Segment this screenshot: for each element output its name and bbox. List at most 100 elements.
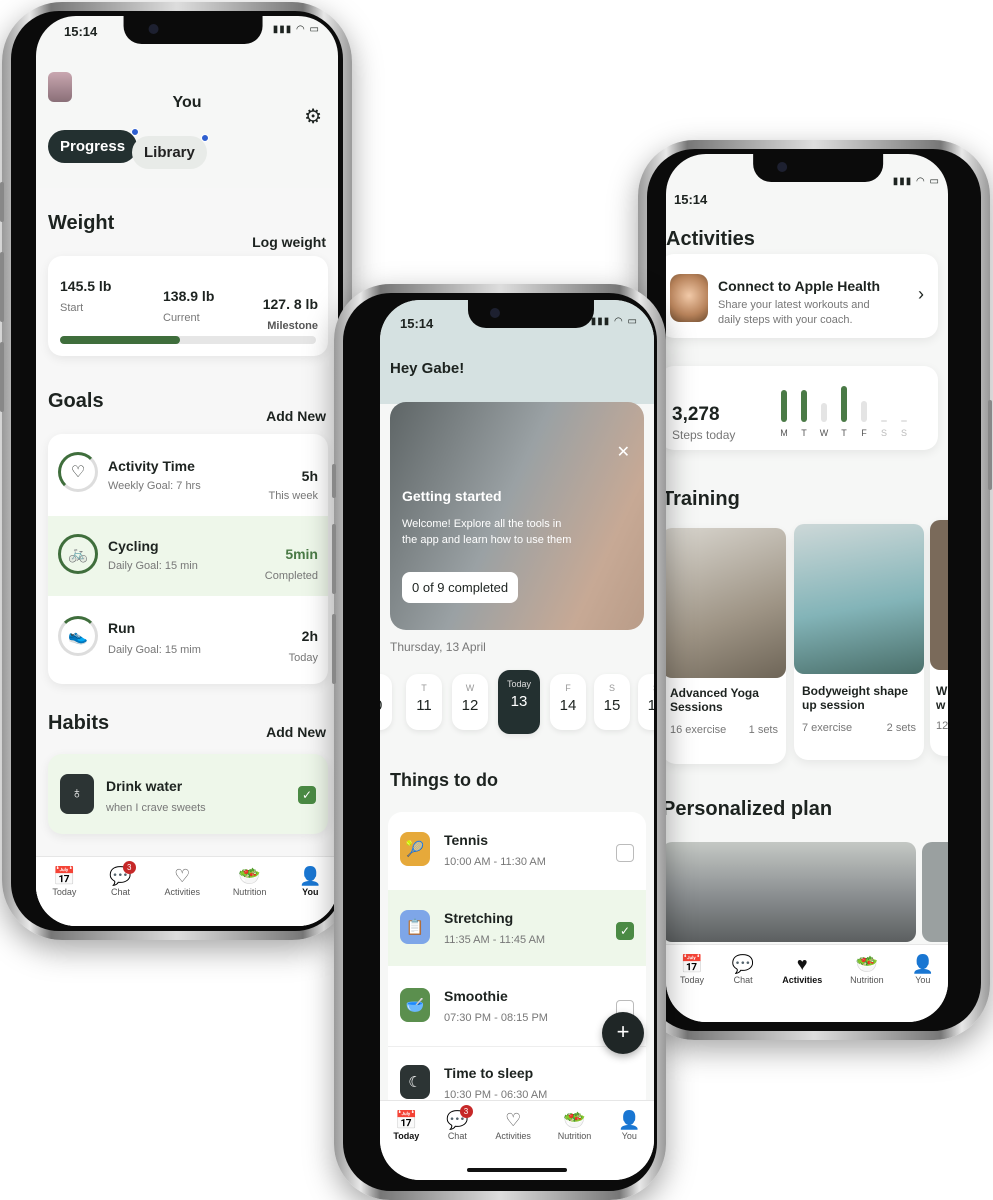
- day-item[interactable]: S 15: [594, 674, 630, 730]
- step-bar: [841, 385, 847, 422]
- bowl-icon: 🥗: [563, 1110, 586, 1130]
- date-label: Thursday, 13 April: [390, 640, 486, 654]
- bike-icon: 🚲: [58, 534, 98, 574]
- coach-photo: [670, 274, 708, 322]
- things-to-do-heading: Things to do: [390, 770, 498, 790]
- day-item-today[interactable]: Today 13: [498, 670, 540, 734]
- apple-health-card[interactable]: Connect to Apple Health Share your lates…: [666, 254, 938, 338]
- weight-progress-bar: [60, 336, 316, 344]
- todo-item[interactable]: 🎾 Tennis 10:00 AM - 11:30 AM: [388, 812, 646, 888]
- person-icon: 👤: [299, 866, 322, 886]
- nav-today[interactable]: 📅 Today: [680, 953, 704, 1022]
- milestone-label: Milestone: [267, 320, 318, 332]
- heart-icon: ♡: [505, 1110, 522, 1130]
- training-heading: Training: [666, 488, 740, 510]
- plan-photo[interactable]: [922, 842, 948, 942]
- day-item[interactable]: S16: [638, 674, 654, 730]
- volume-up-button: [0, 252, 4, 322]
- start-weight: 145.5 lb: [60, 278, 112, 294]
- chevron-right-icon[interactable]: ›: [918, 284, 924, 305]
- log-weight-button[interactable]: Log weight: [252, 234, 326, 250]
- status-icons: ▮▮▮ ◠ ▭: [272, 24, 320, 35]
- day-item[interactable]: T 11: [406, 674, 442, 730]
- add-fab-button[interactable]: +: [602, 1012, 644, 1054]
- nav-chat[interactable]: 💬 3 Chat: [109, 861, 136, 926]
- bowl-icon: 🥗: [238, 866, 261, 886]
- step-day-label: T: [801, 428, 807, 438]
- nav-chat[interactable]: 💬 Chat: [732, 953, 754, 1022]
- gear-icon[interactable]: ⚙: [304, 104, 322, 129]
- step-bar: [881, 420, 887, 422]
- start-label: Start: [60, 302, 84, 314]
- goals-heading: Goals: [48, 390, 104, 412]
- training-card[interactable]: W w 12: [930, 520, 948, 756]
- todo-checkbox[interactable]: [616, 844, 634, 862]
- progress-chip: 0 of 9 completed: [402, 572, 519, 603]
- nav-today[interactable]: 📅 Today: [52, 865, 76, 926]
- nav-you[interactable]: 👤 You: [299, 865, 321, 926]
- getting-started-banner[interactable]: ✕ Getting started Welcome! Explore all t…: [390, 402, 644, 630]
- phone-activities: 15:14 ▮▮▮ ◠ ▭ Activities Connect to Appl…: [638, 140, 992, 1040]
- calendar-icon: 📅: [53, 866, 76, 886]
- day-item[interactable]: W 12: [452, 674, 488, 730]
- phone-you: 15:14 ▮▮▮ ◠ ▭ You ⚙ Progress Library Wei…: [0, 2, 352, 940]
- habit-checkbox[interactable]: ✓: [298, 786, 316, 804]
- training-card[interactable]: Advanced Yoga Sessions 16 exercise 1 set…: [666, 528, 786, 764]
- step-bar: [801, 389, 807, 422]
- goal-item[interactable]: 🚲 Cycling Daily Goal: 15 min 5min Comple…: [48, 516, 328, 596]
- activities-screen: 15:14 ▮▮▮ ◠ ▭ Activities Connect to Appl…: [666, 154, 948, 1022]
- nav-nutrition[interactable]: 🥗 Nutrition: [850, 953, 884, 1022]
- heart-icon: ♥: [796, 954, 808, 974]
- day-item[interactable]: M10: [380, 674, 392, 730]
- shoe-icon: 👟: [58, 616, 98, 656]
- todo-item[interactable]: 📋 Stretching 11:35 AM - 11:45 AM ✓: [388, 890, 646, 966]
- pushup-photo: [794, 524, 924, 674]
- moon-icon: ☾: [400, 1065, 430, 1099]
- habit-item[interactable]: ♁ Drink water when I crave sweets ✓: [48, 754, 328, 834]
- add-goal-button[interactable]: Add New: [266, 408, 326, 424]
- step-day-label: M: [780, 428, 788, 438]
- step-bar: [861, 401, 867, 422]
- home-indicator: [467, 1168, 567, 1172]
- nav-you[interactable]: 👤 You: [912, 953, 934, 1022]
- heart-pulse-icon: ♡: [58, 452, 98, 492]
- plan-photo[interactable]: [666, 842, 916, 942]
- todo-checkbox[interactable]: ✓: [616, 922, 634, 940]
- training-card[interactable]: Bodyweight shape up session 7 exercise 2…: [794, 524, 924, 760]
- step-day-label: F: [861, 428, 867, 438]
- habits-heading: Habits: [48, 712, 110, 734]
- day-item[interactable]: F 14: [550, 674, 586, 730]
- step-day-label: S: [900, 428, 907, 438]
- tab-progress[interactable]: Progress: [48, 128, 140, 163]
- page-title: You: [172, 94, 202, 111]
- nav-activities[interactable]: ♥ Activities: [782, 953, 822, 1022]
- nav-today[interactable]: 📅 Today: [393, 1109, 419, 1180]
- goal-item[interactable]: ♡ Activity Time Weekly Goal: 7 hrs 5h Th…: [48, 434, 328, 514]
- status-time: 15:14: [674, 192, 708, 207]
- volume-down-button: [0, 342, 4, 412]
- close-icon[interactable]: ✕: [617, 442, 630, 462]
- calendar-icon: 📅: [395, 1110, 418, 1130]
- add-habit-button[interactable]: Add New: [266, 724, 326, 740]
- milestone-weight: 127. 8 lb: [262, 296, 318, 312]
- status-icons: ▮▮▮ ◠ ▭: [590, 316, 638, 327]
- nav-you[interactable]: 👤 You: [618, 1109, 640, 1180]
- yoga-photo: [666, 528, 786, 678]
- power-button: [988, 400, 992, 490]
- calendar-icon: 📅: [680, 954, 704, 974]
- heart-icon: ♡: [174, 866, 191, 886]
- nav-chat[interactable]: 💬 3 Chat: [446, 1105, 473, 1180]
- nav-nutrition[interactable]: 🥗 Nutrition: [233, 865, 267, 926]
- step-bar: [781, 389, 787, 422]
- tab-library[interactable]: Library: [132, 134, 209, 169]
- chat-icon: 💬: [731, 954, 755, 974]
- bottom-nav: 📅 Today 💬 Chat ♥ Activities 🥗 Nutrition 👤 You: [666, 944, 948, 1022]
- person-icon: 👤: [911, 954, 934, 974]
- goal-item[interactable]: 👟 Run Daily Goal: 15 mim 2h Today: [48, 598, 328, 678]
- nav-activities[interactable]: ♡ Activities: [164, 865, 200, 926]
- bowl-icon: 🥣: [400, 988, 430, 1022]
- step-bar: [821, 403, 827, 422]
- tennis-icon: 🎾: [400, 832, 430, 866]
- step-bar: [901, 420, 907, 422]
- current-weight: 138.9 lb: [163, 288, 215, 304]
